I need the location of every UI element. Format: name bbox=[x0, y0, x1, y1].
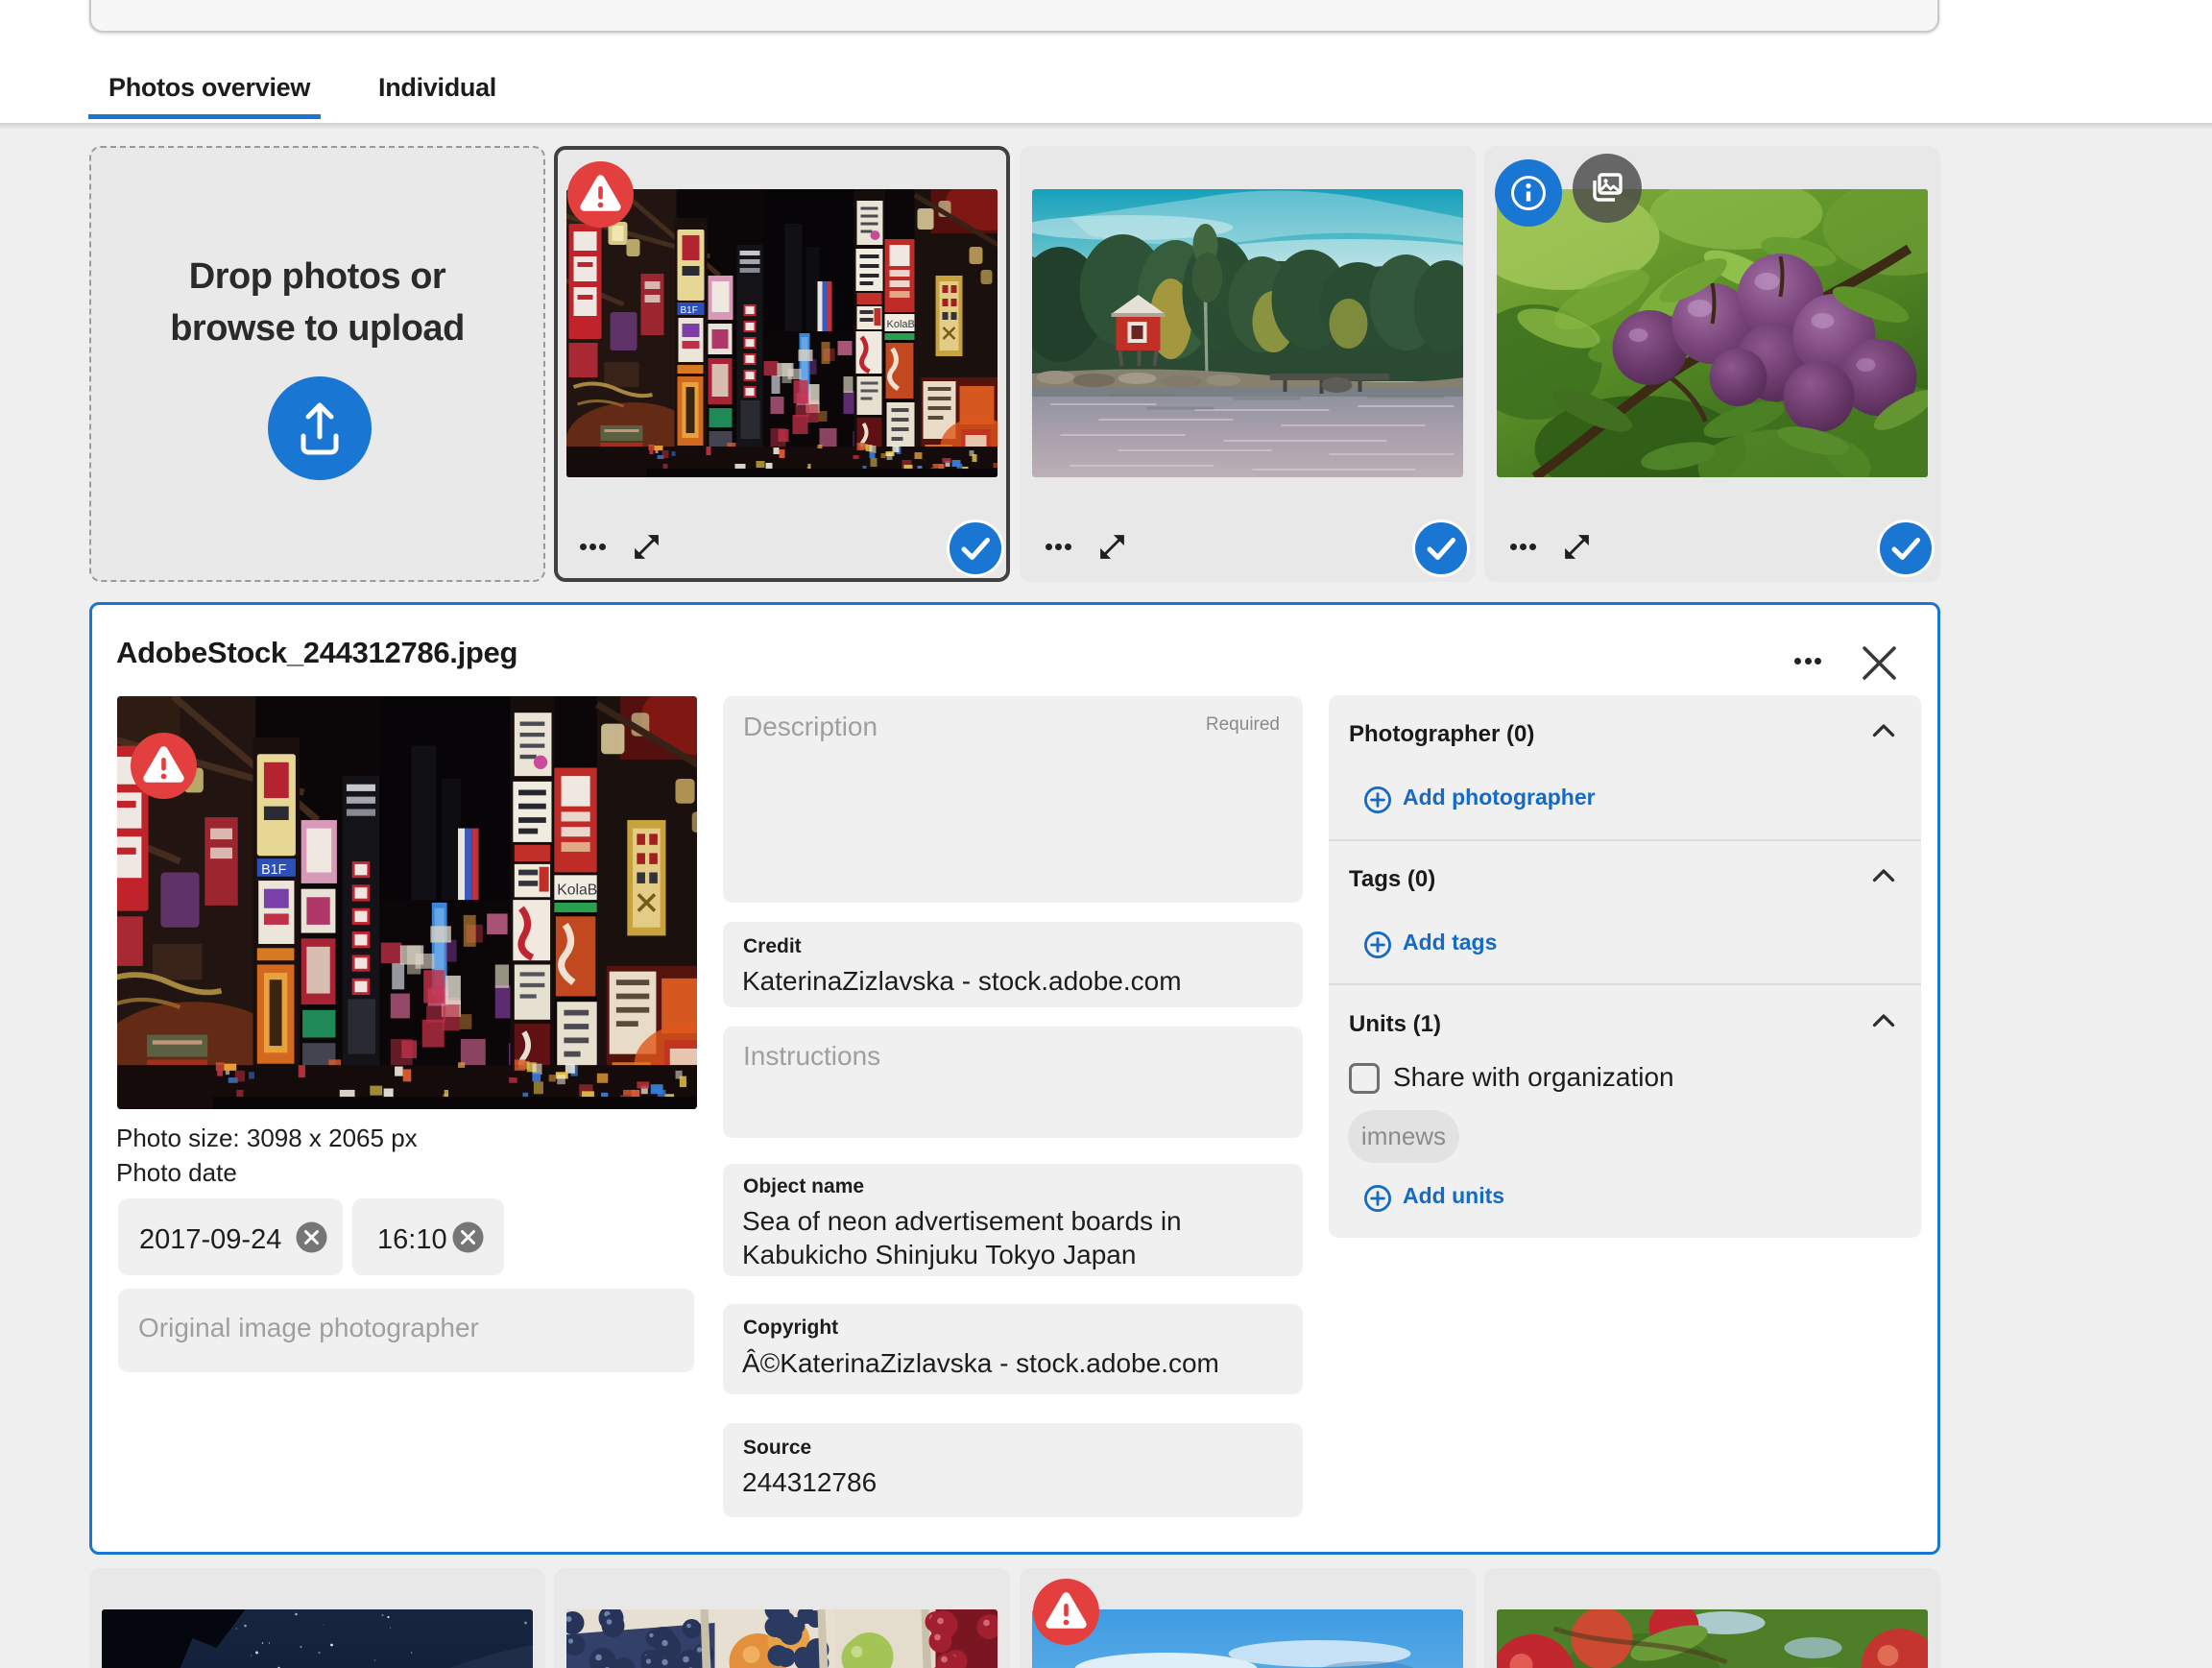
svg-text:B1F: B1F bbox=[261, 862, 287, 878]
svg-text:B1F: B1F bbox=[681, 305, 698, 316]
